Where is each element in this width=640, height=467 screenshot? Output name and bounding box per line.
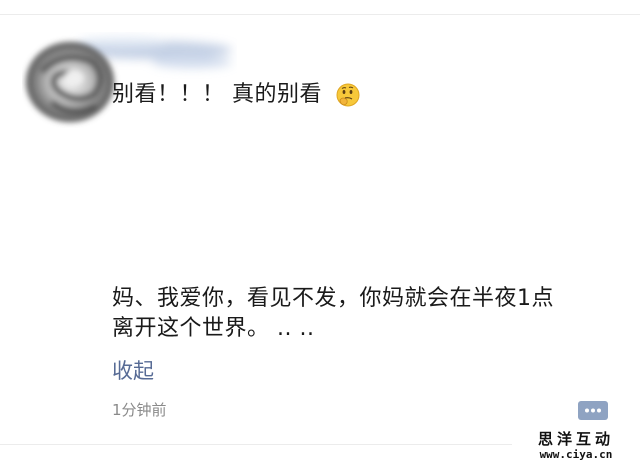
- watermark: 思洋互动 www.ciya.cn: [512, 428, 640, 467]
- top-divider: [0, 14, 640, 15]
- watermark-title: 思洋互动: [537, 430, 614, 448]
- thinking-face-emoji-icon: [336, 83, 360, 107]
- post-timestamp: 1分钟前: [112, 401, 167, 419]
- watermark-url: www.ciya.cn: [539, 448, 613, 461]
- post-text-line-2: 妈、我爱你，看见不发，你妈就会在半夜1点: [112, 286, 554, 311]
- post-text-line-3: 离开这个世界。 .. ..: [112, 316, 315, 341]
- post-text-line-1: 别看！！！ 真的别看: [112, 82, 322, 107]
- collapse-link[interactable]: 收起: [112, 356, 154, 386]
- comment-bubble-icon[interactable]: [577, 398, 609, 424]
